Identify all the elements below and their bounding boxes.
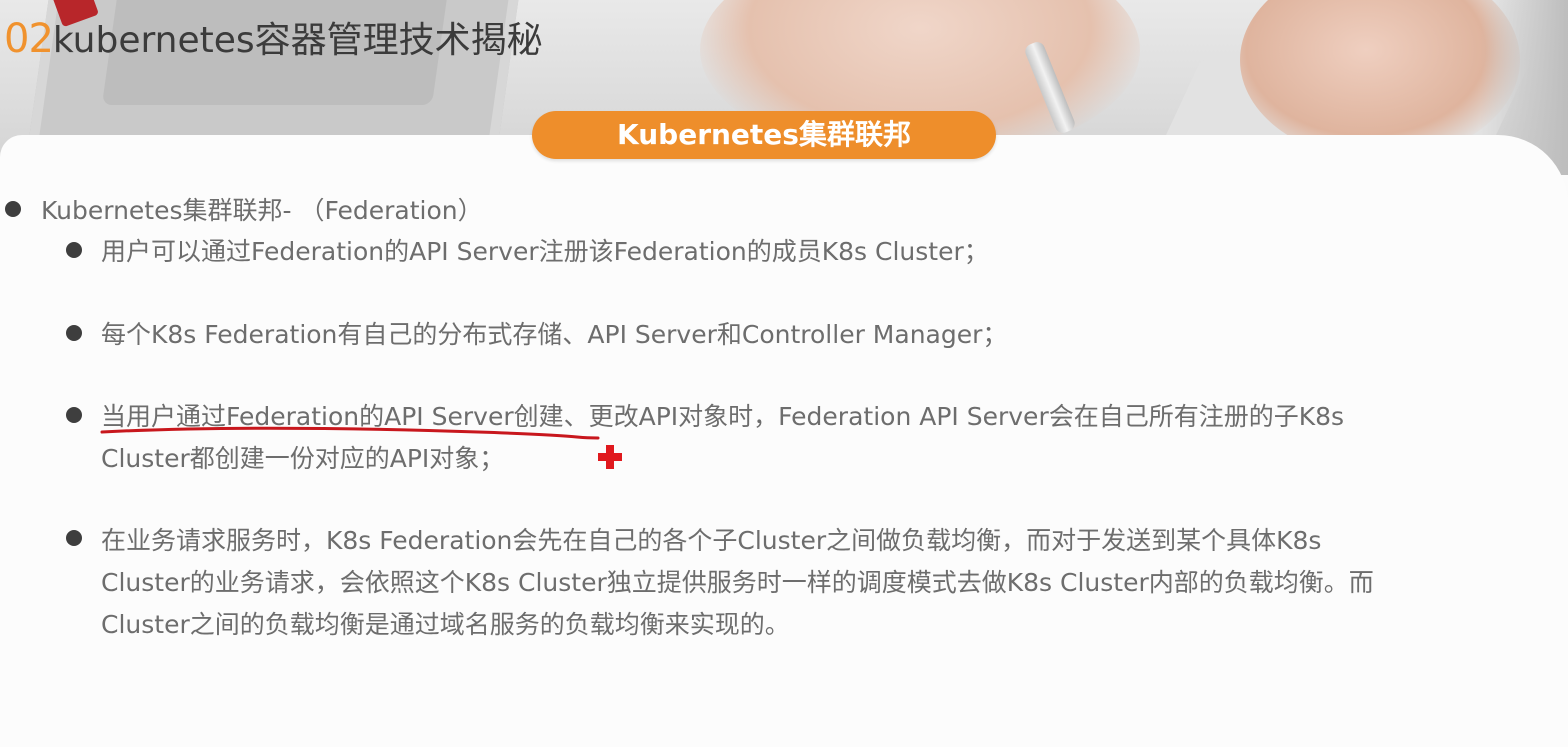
bullet-dot-icon <box>66 407 82 423</box>
bullet-item-4-line-1: 在业务请求服务时，K8s Federation会先在自己的各个子Cluster之… <box>101 526 1322 555</box>
bullet-item-2-line-1: 每个K8s Federation有自己的分布式存储、API Server和Con… <box>101 320 1008 349</box>
red-cross-cursor-icon <box>598 445 622 469</box>
slide-title: 02kubernetes容器管理技术揭秘 <box>4 14 543 66</box>
section-title-pill: Kubernetes集群联邦 <box>532 111 996 159</box>
bullet-item-1-line-1: 用户可以通过Federation的API Server注册该Federation… <box>101 237 989 266</box>
bullet-dot-icon <box>66 242 82 258</box>
bullet-item-4-line-2: Cluster的业务请求，会依照这个K8s Cluster独立提供服务时一样的调… <box>101 568 1374 597</box>
slide-title-number: 02 <box>4 16 54 62</box>
bullet-dot-icon <box>66 530 82 546</box>
slide-title-text: kubernetes容器管理技术揭秘 <box>52 20 543 61</box>
bullet-dot-icon <box>66 325 82 341</box>
bullet-item-4-line-3: Cluster之间的负载均衡是通过域名服务的负载均衡来实现的。 <box>101 610 790 639</box>
bullet-level1-text: Kubernetes集群联邦- （Federation） <box>41 196 483 225</box>
red-underline-annotation <box>100 426 600 440</box>
bullet-dot-icon <box>5 201 21 217</box>
